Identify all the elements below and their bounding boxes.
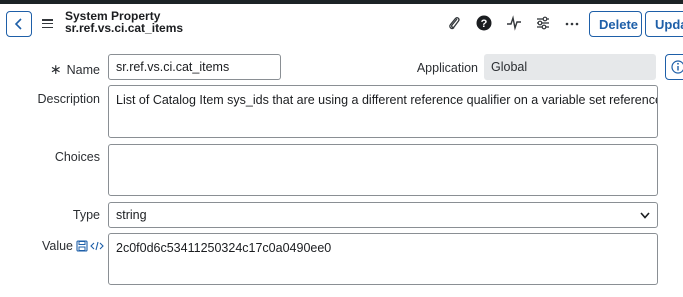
save-icon[interactable] <box>76 240 88 252</box>
type-label: Type <box>72 208 100 222</box>
svg-text:?: ? <box>481 18 488 30</box>
record-title: System Property sr.ref.vs.ci.cat_items <box>65 10 183 34</box>
help-icon[interactable]: ? <box>476 15 492 31</box>
paperclip-icon[interactable] <box>446 15 462 31</box>
value-label-group: Value <box>14 239 104 253</box>
value-field[interactable]: 2c0f0d6c53411250324c17c0a0490ee0 <box>108 233 658 285</box>
menu-icon[interactable] <box>42 19 53 29</box>
info-icon <box>671 60 683 74</box>
type-select[interactable]: string <box>108 202 658 228</box>
more-icon[interactable] <box>564 15 580 31</box>
application-field: Global <box>484 54 656 80</box>
back-icon <box>14 18 22 30</box>
update-button[interactable]: Update <box>645 11 683 37</box>
type-selected-value: string <box>116 208 147 222</box>
name-field[interactable]: sr.ref.vs.ci.cat_items <box>108 54 281 80</box>
chevron-down-icon <box>640 211 650 219</box>
application-label: Application <box>416 61 478 75</box>
settings-icon[interactable] <box>535 15 551 31</box>
choices-field[interactable] <box>108 144 658 196</box>
application-info-button[interactable] <box>665 54 683 80</box>
choices-label: Choices <box>54 150 100 164</box>
value-label: Value <box>41 239 73 253</box>
record-name: sr.ref.vs.ci.cat_items <box>65 21 184 35</box>
delete-button[interactable]: Delete <box>589 11 642 37</box>
description-field[interactable]: List of Catalog Item sys_ids that are us… <box>108 85 658 138</box>
back-button[interactable] <box>6 11 32 37</box>
name-label: ∗ Name <box>49 61 100 77</box>
description-label: Description <box>37 92 100 106</box>
code-icon[interactable] <box>90 240 104 252</box>
activity-icon[interactable] <box>506 15 522 31</box>
required-indicator: ∗ <box>49 61 62 77</box>
form-header: System Property sr.ref.vs.ci.cat_items ? <box>0 4 683 44</box>
